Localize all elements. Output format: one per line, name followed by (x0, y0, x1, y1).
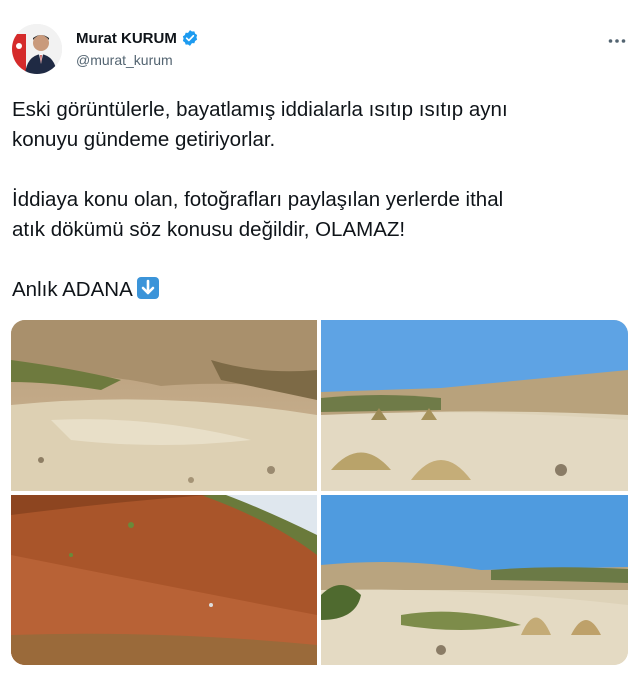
tweet-line: Eski görüntülerle, bayatlamış iddialarla… (12, 98, 508, 121)
photo-3[interactable] (11, 495, 317, 665)
location-text: Anlık ADANA (12, 278, 133, 301)
tweet-line-location: Anlık ADANA (12, 275, 622, 305)
avatar-image (12, 24, 62, 74)
tweet-line: konuyu gündeme getiriyorlar. (12, 128, 276, 151)
media-grid (11, 320, 628, 665)
photo-1[interactable] (11, 320, 317, 491)
more-options-icon[interactable] (608, 28, 626, 49)
verified-badge-icon (182, 30, 197, 46)
tweet-header: Murat KURUM @murat_kurum (0, 0, 640, 80)
photo-2[interactable] (321, 320, 628, 491)
author-display-name[interactable]: Murat KURUM (76, 30, 177, 47)
tweet-line: atık dökümü söz konusu değildir, OLAMAZ! (12, 218, 406, 241)
photo-4[interactable] (321, 495, 628, 665)
author-handle[interactable]: @murat_kurum (76, 52, 173, 68)
tweet-text: Eski görüntülerle, bayatlamış iddialarla… (12, 95, 622, 305)
author-avatar[interactable] (12, 24, 62, 74)
tweet-line: İddiaya konu olan, fotoğrafları paylaşıl… (12, 188, 504, 211)
down-arrow-emoji-icon (136, 277, 159, 299)
